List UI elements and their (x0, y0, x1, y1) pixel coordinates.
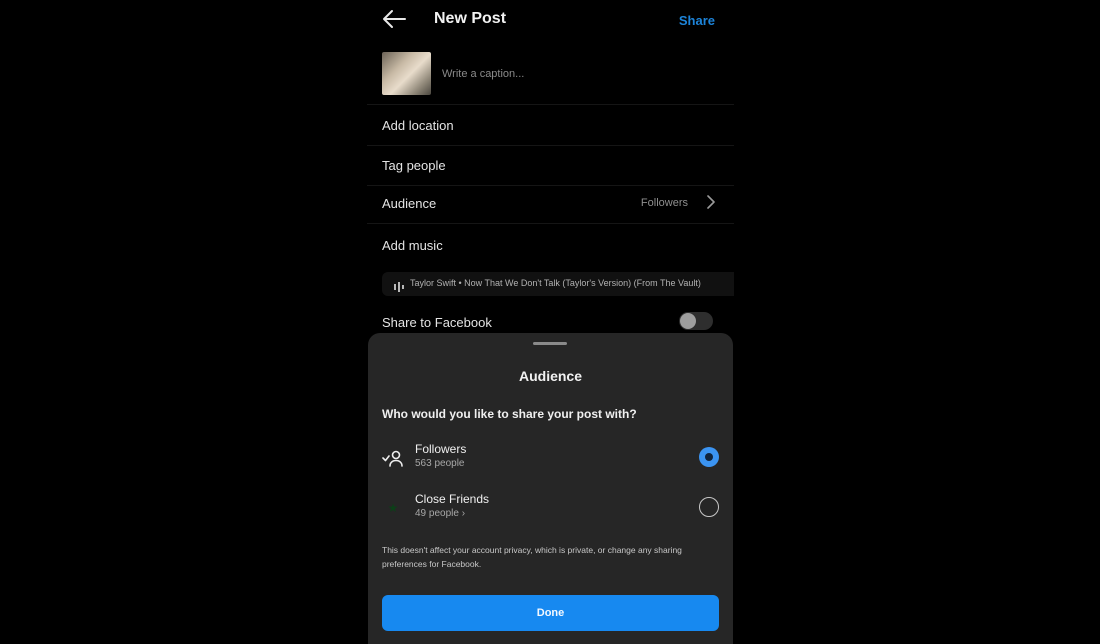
chevron-right-icon: › (461, 508, 466, 519)
audience-bottom-sheet: Audience Who would you like to share you… (368, 333, 733, 644)
audience-value: Followers (640, 197, 688, 209)
audience-question: Who would you like to share your post wi… (382, 407, 637, 421)
share-to-facebook-label: Share to Facebook (382, 315, 492, 330)
option-name: Close Friends (415, 492, 490, 506)
option-followers[interactable]: Followers 563 people (368, 437, 733, 479)
add-music-row[interactable]: Add music (367, 225, 734, 265)
back-arrow-icon[interactable] (381, 8, 407, 30)
followers-icon (382, 447, 404, 469)
tag-people-row[interactable]: Tag people (367, 145, 734, 186)
add-music-label: Add music (382, 238, 443, 253)
sheet-drag-handle[interactable] (533, 342, 567, 345)
post-thumbnail (382, 52, 431, 95)
option-count: 49 people › (415, 508, 466, 519)
option-close-friends[interactable]: ★ Close Friends 49 people › (368, 487, 733, 529)
caption-input[interactable]: Write a caption... (442, 68, 524, 80)
add-location-row[interactable]: Add location (367, 105, 734, 146)
caption-row: Write a caption... (367, 46, 734, 105)
add-location-label: Add location (382, 118, 454, 133)
radio-followers-selected[interactable] (699, 447, 719, 467)
music-bars-icon (394, 279, 404, 292)
audience-label: Audience (382, 196, 437, 211)
toggle-knob (680, 313, 696, 329)
tag-people-label: Tag people (382, 158, 446, 173)
done-button[interactable]: Done (382, 595, 719, 631)
chevron-right-icon (706, 195, 716, 209)
radio-close-friends[interactable] (699, 497, 719, 517)
star-icon: ★ (387, 501, 399, 515)
new-post-screen: New Post Share Write a caption... Add lo… (367, 0, 734, 644)
option-count: 563 people (415, 458, 465, 469)
share-to-facebook-toggle[interactable] (679, 312, 713, 330)
audience-row[interactable]: Audience Followers (367, 183, 734, 224)
share-button[interactable]: Share (679, 13, 715, 28)
music-suggestion[interactable]: Taylor Swift • Now That We Don't Talk (T… (382, 272, 734, 296)
privacy-note: This doesn't affect your account privacy… (382, 545, 682, 569)
page-title: New Post (434, 10, 507, 27)
option-name: Followers (415, 442, 467, 456)
top-bar: New Post Share (367, 0, 734, 40)
sheet-title: Audience (518, 368, 582, 384)
music-track-text: Taylor Swift • Now That We Don't Talk (T… (410, 278, 701, 288)
